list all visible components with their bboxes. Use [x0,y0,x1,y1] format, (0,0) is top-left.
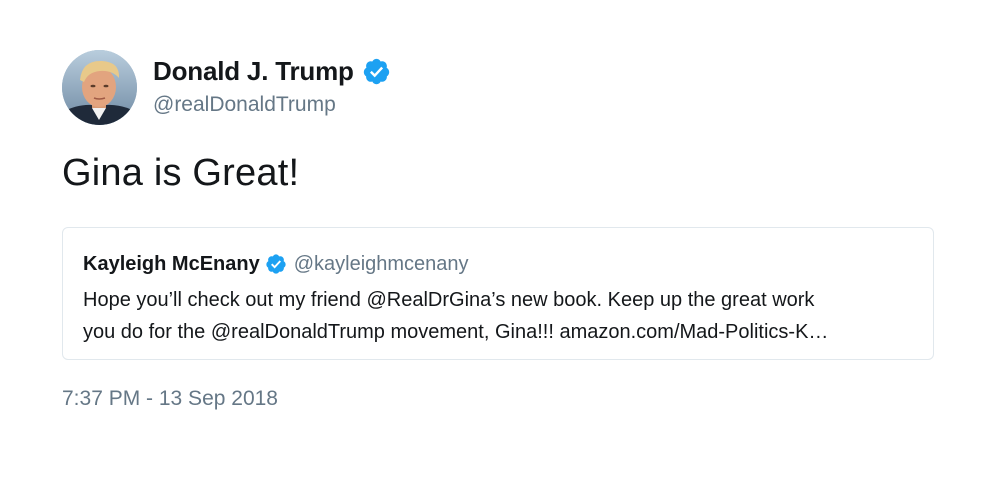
author-display-name[interactable]: Donald J. Trump [153,56,354,87]
tweet-card: Donald J. Trump @realDonaldTrump Gina is… [0,0,999,491]
quoted-verified-badge-icon [265,253,287,275]
verified-badge-icon [362,57,391,86]
quoted-tweet-card[interactable]: Kayleigh McEnany @kayleighmcenany Hope y… [62,227,934,360]
quoted-tweet-line: you do for the @realDonaldTrump movement… [83,321,829,343]
quoted-tweet-header: Kayleigh McEnany @kayleighmcenany [83,250,469,278]
quoted-author-handle: @kayleighmcenany [293,252,469,275]
author-avatar[interactable] [62,50,137,125]
tweet-text: Gina is Great! [62,152,300,194]
quoted-author-name: Kayleigh McEnany [83,252,260,275]
quoted-tweet-text: Hope you’ll check out my friend @RealDrG… [83,284,913,348]
quoted-tweet-line: Hope you’ll check out my friend @RealDrG… [83,289,815,311]
tweet-timestamp[interactable]: 7:37 PM - 13 Sep 2018 [62,387,278,411]
author-name-row[interactable]: Donald J. Trump [153,54,391,88]
avatar-photo-icon [62,50,137,125]
author-handle[interactable]: @realDonaldTrump [153,93,336,117]
